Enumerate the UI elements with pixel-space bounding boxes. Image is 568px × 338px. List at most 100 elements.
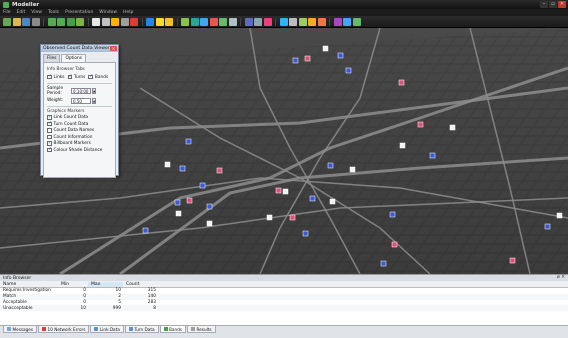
measure-icon[interactable] xyxy=(120,17,129,26)
dialog-close-button[interactable]: ✕ xyxy=(110,46,117,51)
count-marker[interactable] xyxy=(164,161,171,168)
pan-icon[interactable] xyxy=(101,17,110,26)
count-data-names-row[interactable]: Count Data Names xyxy=(47,128,112,133)
route-icon[interactable] xyxy=(181,17,189,26)
menu-file[interactable]: File xyxy=(3,10,11,15)
count-marker[interactable] xyxy=(282,188,289,195)
count-marker[interactable] xyxy=(199,182,206,189)
count-marker[interactable] xyxy=(349,166,356,173)
zoom-in-icon[interactable] xyxy=(47,17,56,26)
close-button[interactable]: ✕ xyxy=(558,1,566,8)
pin-icon[interactable]: ◦ xyxy=(104,46,109,51)
info-icon[interactable] xyxy=(343,17,351,26)
menu-help[interactable]: Help xyxy=(123,10,133,15)
count-marker[interactable] xyxy=(175,210,182,217)
billboard-markers-checkbox[interactable] xyxy=(47,141,52,146)
col-count-header[interactable]: Count xyxy=(123,282,158,287)
count-marker[interactable] xyxy=(544,223,551,230)
links-checkbox-row[interactable]: Links xyxy=(47,74,65,80)
count-marker[interactable] xyxy=(206,220,213,227)
layer-icon[interactable] xyxy=(146,17,154,26)
count-marker[interactable] xyxy=(429,152,436,159)
count-marker[interactable] xyxy=(309,195,316,202)
count-marker[interactable] xyxy=(329,198,336,205)
observed-count-dialog[interactable]: Observed Count Data Viewer ◦ ✕ Files Opt… xyxy=(40,44,119,178)
menu-view[interactable]: View xyxy=(31,10,42,15)
sun-icon[interactable] xyxy=(155,17,164,26)
select-icon[interactable] xyxy=(92,17,100,26)
col-max-header[interactable]: Max xyxy=(88,281,123,287)
count-marker[interactable] xyxy=(179,165,186,172)
chart-icon[interactable] xyxy=(244,17,253,26)
count-marker[interactable] xyxy=(337,52,344,59)
bottom-tab[interactable]: Turn Data xyxy=(124,326,159,333)
table-icon[interactable] xyxy=(228,17,237,26)
count-marker[interactable] xyxy=(322,45,329,52)
turns-checkbox-row[interactable]: Turns xyxy=(67,74,85,80)
count-information-row[interactable]: Count Information xyxy=(47,135,112,140)
camera-icon[interactable] xyxy=(254,17,262,26)
count-marker[interactable] xyxy=(186,197,193,204)
vehicle-icon[interactable] xyxy=(209,17,218,26)
minimize-button[interactable]: – xyxy=(540,1,548,8)
settings-icon[interactable] xyxy=(289,17,297,26)
menu-edit[interactable]: Edit xyxy=(17,10,26,15)
print-icon[interactable] xyxy=(31,17,40,26)
count-marker[interactable] xyxy=(174,199,181,206)
count-marker[interactable] xyxy=(398,79,405,86)
bottom-tab[interactable]: Results xyxy=(186,326,216,333)
view3d-icon[interactable] xyxy=(279,17,288,26)
turn-count-data-row[interactable]: Turn Count Data xyxy=(47,121,112,127)
count-marker[interactable] xyxy=(327,162,334,169)
count-marker[interactable] xyxy=(266,214,273,221)
bottom-tab[interactable]: Messages xyxy=(3,326,38,333)
count-marker[interactable] xyxy=(304,55,311,62)
count-marker[interactable] xyxy=(556,212,563,219)
menu-presentation[interactable]: Presentation xyxy=(65,10,93,15)
turn-count-data-checkbox[interactable] xyxy=(47,121,52,127)
refresh-icon[interactable] xyxy=(76,17,84,26)
bands-checkbox-row[interactable]: Bands xyxy=(88,74,108,80)
sample-period-input[interactable]: 0:10:00 xyxy=(71,88,91,94)
zoom-out-icon[interactable] xyxy=(57,17,65,26)
col-name-header[interactable]: Name xyxy=(0,282,58,287)
col-min-header[interactable]: Min xyxy=(58,282,88,287)
signal-icon[interactable] xyxy=(219,17,227,26)
bottom-tab[interactable]: Link Data xyxy=(90,326,124,333)
help-icon[interactable] xyxy=(352,17,361,26)
record-icon[interactable] xyxy=(263,17,272,26)
count-information-checkbox[interactable] xyxy=(47,134,52,140)
rotate-icon[interactable] xyxy=(111,17,119,26)
network-icon[interactable] xyxy=(190,17,199,26)
bulb-icon[interactable] xyxy=(165,17,173,26)
link-count-data-row[interactable]: Link Count Data xyxy=(47,115,112,120)
grid-icon[interactable] xyxy=(298,17,307,26)
count-marker[interactable] xyxy=(389,211,396,218)
save-icon[interactable] xyxy=(22,17,30,26)
count-marker[interactable] xyxy=(302,230,309,237)
menu-window[interactable]: Window xyxy=(99,10,117,15)
weight-input[interactable]: 0.50 xyxy=(71,98,91,104)
link-count-data-checkbox[interactable] xyxy=(47,115,52,120)
billboard-markers-row[interactable]: Billboard Markers xyxy=(47,141,112,146)
count-marker[interactable] xyxy=(206,203,213,210)
count-marker[interactable] xyxy=(449,124,456,131)
menu-tools[interactable]: Tools xyxy=(48,10,59,15)
info-browser-controls[interactable]: ø ✕ xyxy=(557,275,565,280)
count-marker[interactable] xyxy=(417,121,424,128)
bottom-tab[interactable]: Bands xyxy=(159,326,186,333)
flag-icon[interactable] xyxy=(317,17,326,26)
count-marker[interactable] xyxy=(185,138,192,145)
count-marker[interactable] xyxy=(216,167,223,174)
count-marker[interactable] xyxy=(345,67,352,74)
open-icon[interactable] xyxy=(12,17,21,26)
count-data-names-checkbox[interactable] xyxy=(47,128,52,133)
stop-icon[interactable] xyxy=(130,17,138,26)
count-marker[interactable] xyxy=(380,260,387,267)
links-checkbox[interactable] xyxy=(47,74,52,80)
bottom-tab[interactable]: 10 Network Errors xyxy=(38,326,90,333)
clock-icon[interactable] xyxy=(308,17,316,26)
count-marker[interactable] xyxy=(391,241,398,248)
table-row[interactable]: Unacceptable 10 999 8 xyxy=(0,305,568,312)
node-icon[interactable] xyxy=(200,17,208,26)
